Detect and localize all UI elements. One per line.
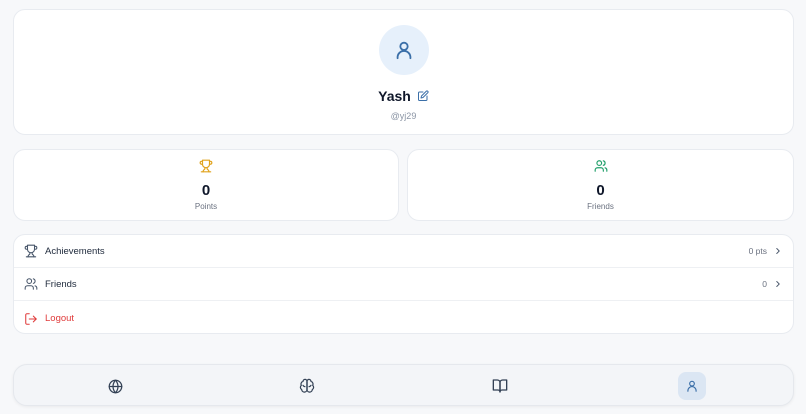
edit-icon[interactable] (417, 90, 429, 102)
trophy-icon (199, 159, 213, 173)
menu-item-label: Logout (45, 313, 75, 324)
profile-menu: Achievements 0 pts Friends 0 Logout (13, 234, 794, 334)
nav-brain-button[interactable] (293, 372, 321, 400)
user-icon (685, 379, 699, 393)
points-stat-card: 0 Points (13, 149, 399, 221)
friends-value: 0 (596, 182, 605, 199)
brain-icon (299, 378, 315, 394)
nav-profile-button[interactable] (678, 372, 706, 400)
menu-item-achievements[interactable]: Achievements 0 pts (14, 235, 793, 268)
profile-name: Yash (378, 88, 411, 104)
achievements-value: 0 pts (748, 246, 767, 256)
avatar (379, 25, 429, 75)
users-icon (24, 277, 38, 291)
nav-globe-button[interactable] (101, 372, 129, 400)
user-icon (393, 39, 415, 61)
chevron-right-icon (773, 279, 783, 289)
friends-count-value: 0 (762, 279, 767, 289)
trophy-icon (24, 244, 38, 258)
menu-item-friends[interactable]: Friends 0 (14, 268, 793, 301)
logout-icon (24, 312, 38, 326)
menu-item-label: Friends (45, 278, 77, 290)
chevron-right-icon (773, 246, 783, 256)
globe-icon (108, 379, 123, 394)
users-icon (594, 159, 608, 173)
name-row: Yash (14, 88, 793, 104)
profile-username: @yj29 (390, 111, 417, 121)
profile-card: Yash @yj29 (13, 9, 794, 135)
menu-item-logout[interactable]: Logout (14, 302, 793, 333)
points-value: 0 (201, 182, 211, 199)
bottom-nav (13, 364, 794, 406)
nav-book-button[interactable] (486, 372, 514, 400)
book-open-icon (492, 378, 508, 394)
friends-stat-card: 0 Friends (407, 149, 794, 221)
friends-label: Friends (587, 202, 614, 211)
menu-item-label: Achievements (45, 245, 105, 257)
points-label: Points (194, 202, 218, 211)
